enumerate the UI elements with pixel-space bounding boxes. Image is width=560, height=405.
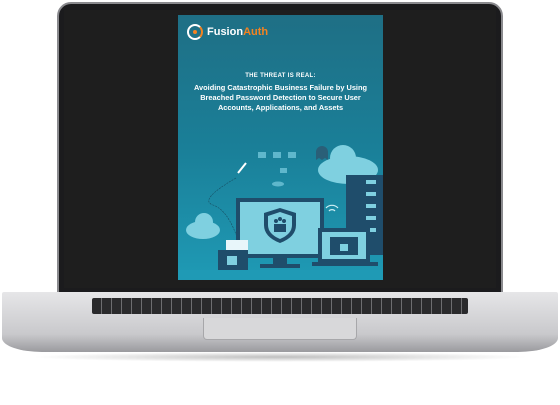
trackpad — [203, 318, 357, 340]
cover-title: Avoiding Catastrophic Business Failure b… — [193, 83, 368, 112]
ebook-cover: FusionAuth THE THREAT IS REAL: Avoiding … — [178, 15, 383, 280]
keyboard — [92, 298, 468, 314]
ghost-icon — [316, 146, 328, 160]
laptop-shadow — [30, 352, 530, 362]
security-illustration — [178, 145, 383, 280]
brand-suffix: Auth — [243, 26, 269, 38]
rocket-icon — [237, 162, 247, 174]
laptop-lock-icon — [312, 228, 378, 266]
wifi-icon — [325, 204, 339, 212]
cover-kicker: THE THREAT IS REAL: — [245, 73, 316, 79]
fusionauth-logo-icon — [187, 24, 203, 40]
brand-prefix: Fusion — [207, 26, 244, 38]
lock-icon — [218, 240, 248, 270]
fusionauth-logo: FusionAuth — [187, 24, 268, 40]
space-invader-icon — [258, 152, 296, 187]
